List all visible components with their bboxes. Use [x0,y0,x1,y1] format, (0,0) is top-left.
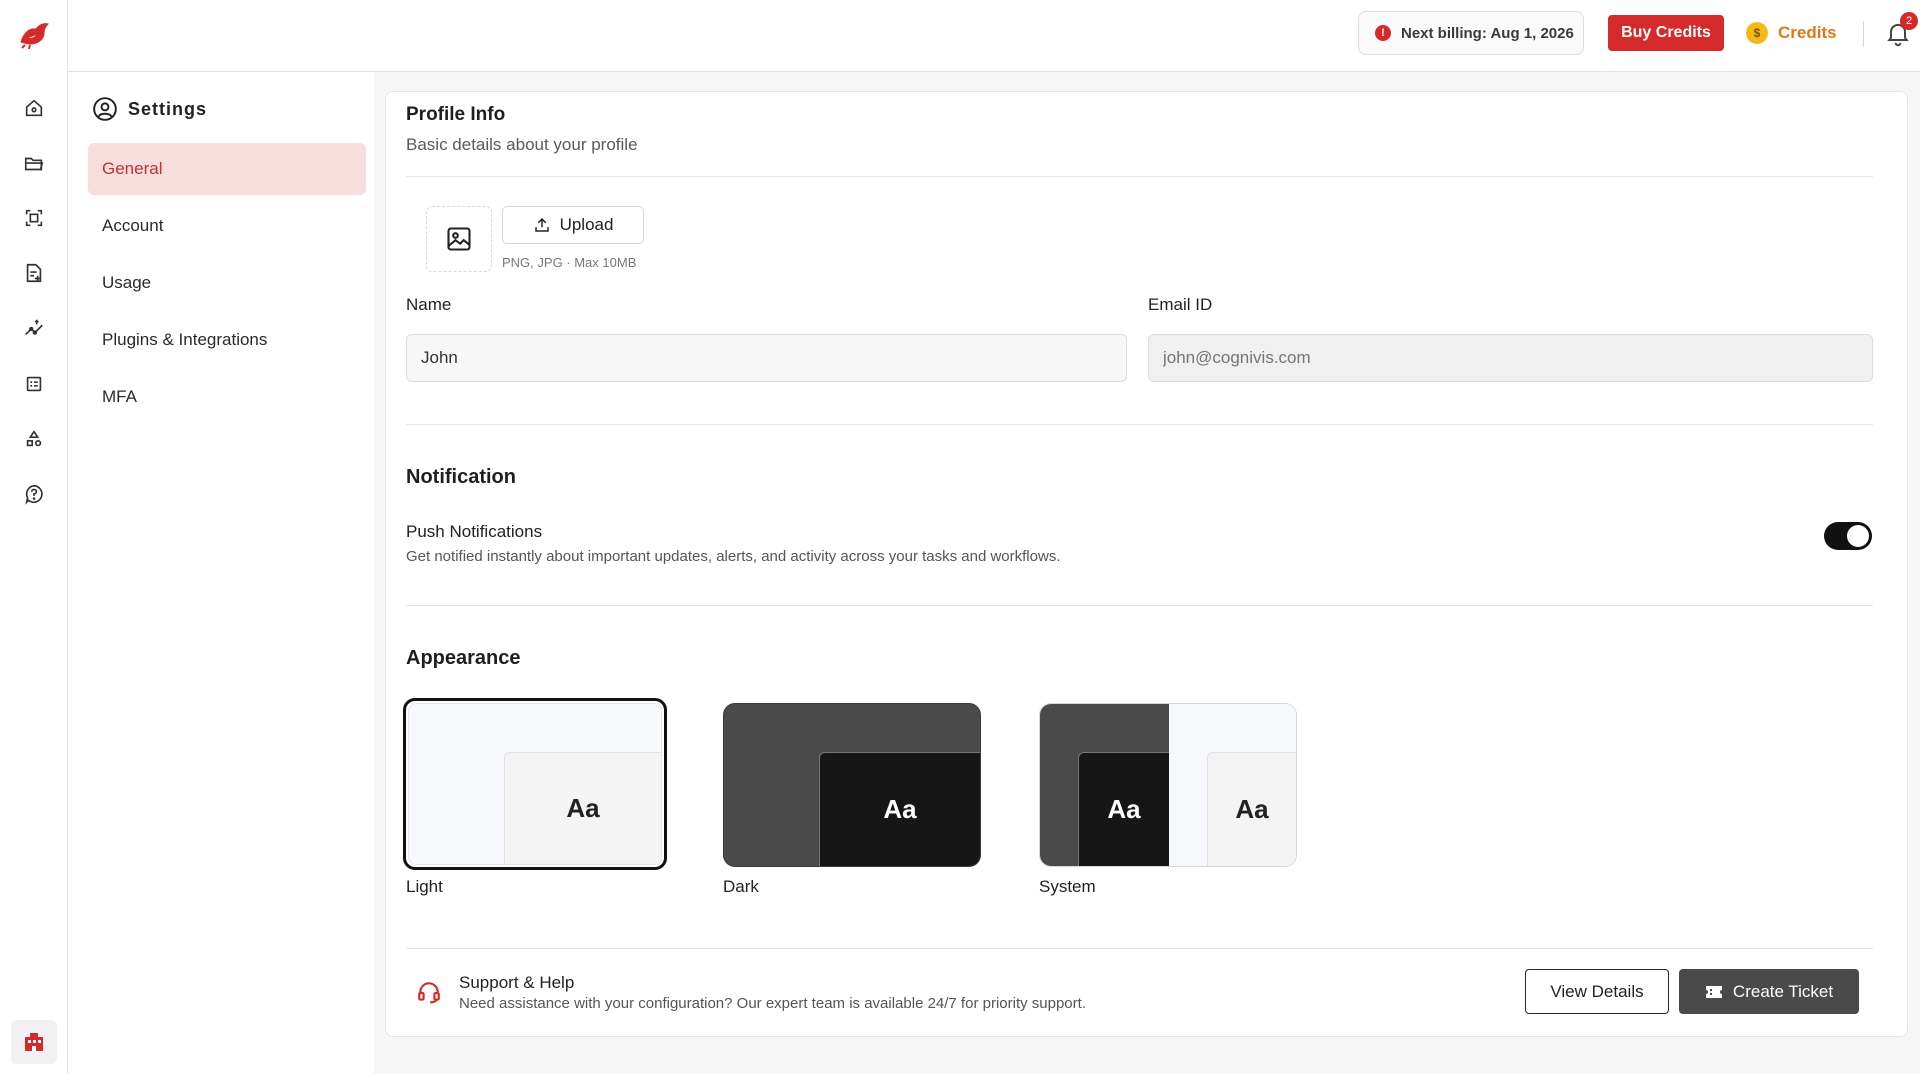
support-headset-icon [416,979,442,1010]
divider [406,948,1873,949]
credits-label: Credits [1778,23,1837,42]
divider [406,176,1873,177]
nav-item-account[interactable]: Account [88,200,366,252]
billing-text: Next billing: Aug 1, 2026 [1401,24,1574,42]
divider [406,605,1873,606]
notification-title: Notification [406,466,516,488]
shapes-icon[interactable] [20,425,48,453]
billing-badge: ! Next billing: Aug 1, 2026 [1358,11,1584,55]
name-input[interactable] [406,334,1127,382]
settings-title: Settings [128,98,208,119]
theme-light-preview: Aa [408,703,662,865]
name-label: Name [406,295,452,314]
avatar-placeholder[interactable] [426,206,492,272]
credits-link[interactable]: $ Credits [1746,20,1837,46]
profile-info-title: Profile Info [406,104,506,125]
support-title: Support & Help [459,973,575,992]
scan-icon[interactable] [20,204,48,232]
nav-item-plugins-integrations[interactable]: Plugins & Integrations [88,314,366,366]
ticket-icon [1705,985,1722,998]
settings-nav: General Account Usage Plugins & Integrat… [88,143,366,428]
organization-icon[interactable] [11,1020,57,1064]
view-details-button[interactable]: View Details [1525,969,1669,1014]
upload-icon [534,217,549,232]
email-label: Email ID [1148,295,1213,314]
folder-icon[interactable] [20,150,48,178]
image-icon [447,227,471,251]
email-input[interactable] [1148,334,1873,382]
help-circle-icon[interactable] [20,480,48,508]
theme-dark-label: Dark [723,877,759,896]
theme-system-label: System [1039,877,1096,896]
upload-hint: PNG, JPG · Max 10MB [502,255,637,270]
upload-label: Upload [559,215,614,234]
alert-icon: ! [1375,25,1391,41]
nav-item-mfa[interactable]: MFA [88,371,366,423]
nav-item-usage[interactable]: Usage [88,257,366,309]
table-icon[interactable] [20,370,48,398]
create-ticket-label: Create Ticket [1732,981,1834,1001]
notification-count-badge: 2 [1900,12,1918,30]
user-circle-icon [93,97,117,121]
workflow-icon[interactable] [20,314,48,342]
theme-light-label: Light [406,877,443,896]
create-ticket-button[interactable]: Create Ticket [1679,969,1859,1014]
nav-item-general[interactable]: General [88,143,366,195]
support-desc: Need assistance with your configuration?… [459,995,1086,1012]
theme-system-card[interactable]: Aa Aa [1039,703,1297,867]
settings-heading: Settings [92,96,207,122]
general-settings-card: Profile Info Basic details about your pr… [385,91,1908,1037]
settings-sidebar: Settings General Account Usage Plugins &… [68,72,374,1074]
document-add-icon[interactable] [20,259,48,287]
theme-light-sample: Aa [504,752,661,864]
left-rail [0,0,68,1074]
brand-logo-icon[interactable] [17,18,51,52]
profile-info-subtitle: Basic details about your profile [406,135,638,154]
theme-dark-card[interactable]: Aa [723,703,981,867]
theme-system-dark-sample: Aa [1078,752,1169,866]
buy-credits-button[interactable]: Buy Credits [1608,15,1724,51]
push-notifications-title: Push Notifications [406,522,543,541]
toggle-knob [1847,525,1869,547]
coin-icon: $ [1746,22,1768,44]
upload-button[interactable]: Upload [502,206,644,244]
theme-dark-sample: Aa [819,752,980,866]
header-divider [1863,21,1864,47]
push-notifications-toggle[interactable] [1824,522,1872,550]
appearance-title: Appearance [406,647,521,669]
theme-system-light-sample: Aa [1207,752,1296,866]
top-header: ! Next billing: Aug 1, 2026 Buy Credits … [68,0,1920,72]
notifications-button[interactable]: 2 [1884,12,1918,47]
push-notifications-desc: Get notified instantly about important u… [406,548,1061,565]
theme-light-card[interactable]: Aa [403,698,667,870]
home-icon[interactable] [20,94,48,122]
divider [406,424,1873,425]
